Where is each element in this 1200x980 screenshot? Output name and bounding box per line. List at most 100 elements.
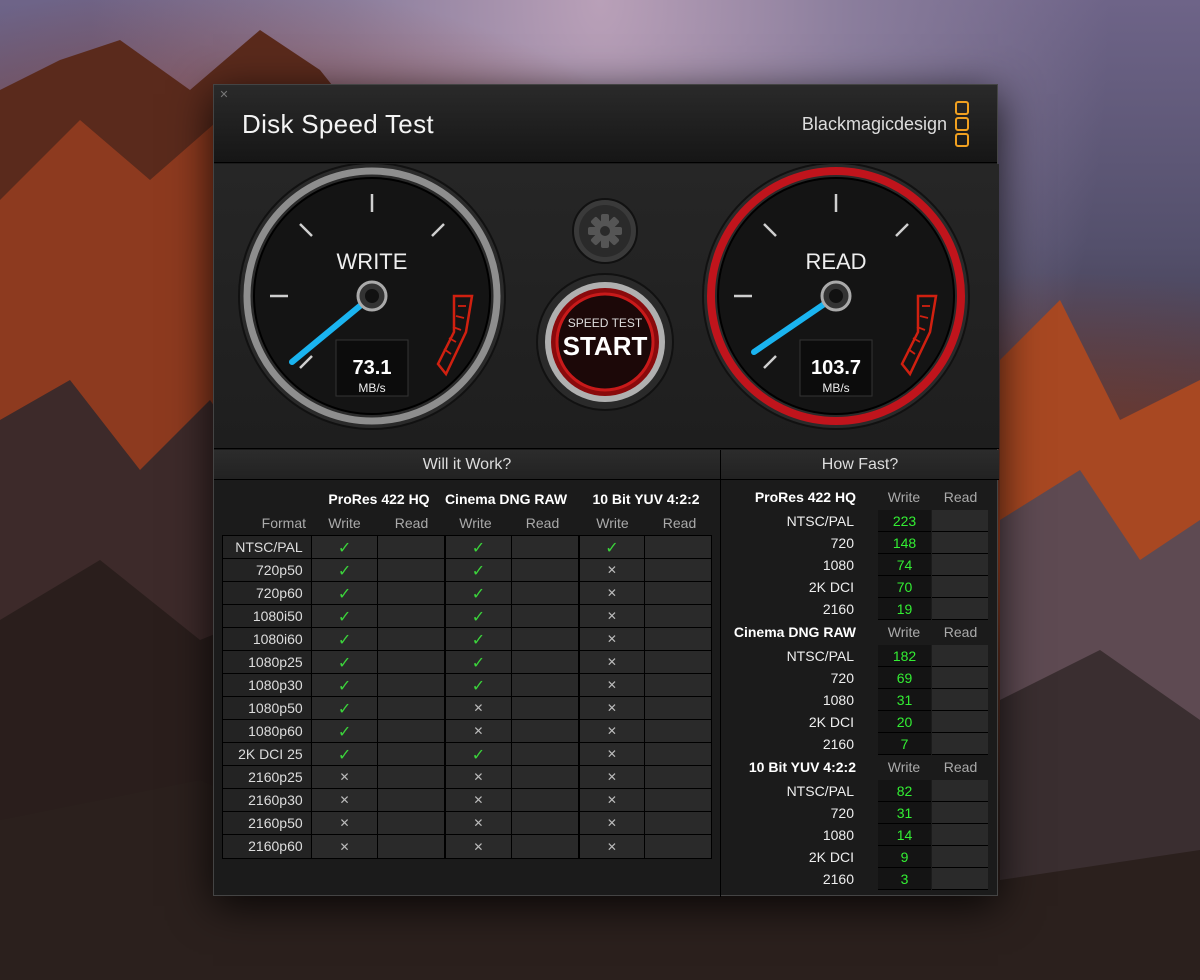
blackmagic-logo-icon xyxy=(955,101,971,151)
yuv-read-cell xyxy=(644,536,711,558)
format-cell: 2160p60 xyxy=(223,835,311,858)
table-row: 2160p60 ✕ ✕ ✕ xyxy=(223,835,711,858)
dng-read-cell xyxy=(510,674,578,696)
checkmark-icon: ✓ xyxy=(337,675,352,695)
prores-read-cell xyxy=(377,674,445,696)
yuv-read-cell xyxy=(644,651,711,673)
how-fast-group: Cinema DNG RAW Write Read NTSC/PAL 182 720 69 1… xyxy=(721,621,999,755)
dng-read-cell xyxy=(510,766,578,788)
prores-read-cell xyxy=(377,720,445,742)
cross-icon: ✕ xyxy=(606,678,617,692)
dng-write-cell: ✓ xyxy=(444,536,511,558)
dng-read-cell xyxy=(510,697,578,719)
table-row: 1080 14 xyxy=(721,824,999,846)
cross-icon: ✕ xyxy=(606,609,617,623)
checkmark-icon: ✓ xyxy=(337,698,352,718)
cross-icon: ✕ xyxy=(339,770,350,784)
write-fps-value: 14 xyxy=(878,824,931,846)
how-fast-group: 10 Bit YUV 4:2:2 Write Read NTSC/PAL 82 720 31… xyxy=(721,756,999,890)
read-fps-value xyxy=(932,711,988,733)
speed-test-start-button[interactable]: SPEED TEST START xyxy=(536,273,674,411)
dng-write-cell: ✕ xyxy=(444,789,511,811)
dng-read-cell xyxy=(510,720,578,742)
write-fps-value: 69 xyxy=(878,667,931,689)
dng-read-cell xyxy=(510,789,578,811)
table-row: NTSC/PAL 223 xyxy=(721,510,999,532)
prores-write-cell: ✓ xyxy=(310,628,378,650)
write-fps-value: 7 xyxy=(878,733,931,755)
yuv-write-cell: ✕ xyxy=(577,559,645,581)
format-cell: 2K DCI xyxy=(808,714,854,730)
format-cell: 720 xyxy=(830,535,854,551)
cross-icon: ✕ xyxy=(606,586,617,600)
how-fast-col-write: Write xyxy=(887,489,921,505)
cross-icon: ✕ xyxy=(473,839,484,854)
cross-icon: ✕ xyxy=(339,839,350,854)
dng-read-cell xyxy=(510,743,578,765)
write-fps-value: 20 xyxy=(878,711,931,733)
table-row: 2K DCI 9 xyxy=(721,846,999,868)
read-fps-value xyxy=(932,802,988,824)
checkmark-icon: ✓ xyxy=(471,537,486,557)
cross-icon: ✕ xyxy=(606,632,617,646)
dng-read-cell xyxy=(510,812,578,834)
cross-icon: ✕ xyxy=(606,770,617,784)
format-cell: 720 xyxy=(830,805,854,821)
write-fps-value: 182 xyxy=(878,645,931,667)
table-row: 1080i50 ✓ ✓ ✕ xyxy=(223,605,711,628)
dng-write-cell: ✓ xyxy=(444,605,511,627)
how-fast-col-read: Read xyxy=(943,489,978,505)
format-cell: 1080 xyxy=(822,692,854,708)
table-row: 1080i60 ✓ ✓ ✕ xyxy=(223,628,711,651)
table-row: 2160p50 ✕ ✕ ✕ xyxy=(223,812,711,835)
yuv-write-cell: ✕ xyxy=(577,835,645,858)
how-fast-group-title: ProRes 422 HQ xyxy=(754,489,856,505)
gauge-panel: WRITE 73.1 MB/s SPEED TEST START READ 10… xyxy=(214,162,999,449)
cross-icon: ✕ xyxy=(339,793,350,807)
how-fast-group: ProRes 422 HQ Write Read NTSC/PAL 223 720 148 1… xyxy=(721,486,999,620)
table-row: 1080 31 xyxy=(721,689,999,711)
format-cell: NTSC/PAL xyxy=(786,783,854,799)
table-row: 1080 74 xyxy=(721,554,999,576)
yuv-read-cell xyxy=(644,812,711,834)
prores-write-cell: ✓ xyxy=(310,720,378,742)
yuv-write-cell: ✕ xyxy=(577,720,645,742)
read-fps-value xyxy=(932,576,988,598)
yuv-read-cell xyxy=(644,835,711,858)
dng-write-cell: ✓ xyxy=(444,674,511,696)
table-row: 1080p25 ✓ ✓ ✕ xyxy=(223,651,711,674)
start-button-label: START xyxy=(563,331,648,361)
dng-write-cell: ✓ xyxy=(444,582,511,604)
yuv-write-cell: ✕ xyxy=(577,651,645,673)
close-icon[interactable]: ✕ xyxy=(217,88,231,102)
yuv-read-cell xyxy=(644,697,711,719)
yuv-read-cell xyxy=(644,628,711,650)
prores-read-cell xyxy=(377,559,445,581)
checkmark-icon: ✓ xyxy=(337,629,352,649)
read-speed-unit: MB/s xyxy=(822,381,849,395)
prores-read-cell xyxy=(377,605,445,627)
write-fps-value: 223 xyxy=(878,510,931,532)
prores-write-cell: ✓ xyxy=(310,605,378,627)
wiw-col-read: Read xyxy=(662,515,697,531)
prores-write-cell: ✕ xyxy=(310,766,378,788)
settings-gear-icon[interactable] xyxy=(572,198,638,264)
cross-icon: ✕ xyxy=(606,724,617,738)
table-row: 2160p25 ✕ ✕ ✕ xyxy=(223,766,711,789)
read-fps-value xyxy=(932,510,988,532)
table-row: 2160 7 xyxy=(721,733,999,755)
prores-read-cell xyxy=(377,789,445,811)
write-fps-value: 9 xyxy=(878,846,931,868)
dng-write-cell: ✕ xyxy=(444,697,511,719)
yuv-write-cell: ✓ xyxy=(577,536,645,558)
how-fast-group-header: ProRes 422 HQ Write Read xyxy=(721,486,999,510)
checkmark-icon: ✓ xyxy=(337,560,352,580)
yuv-write-cell: ✕ xyxy=(577,697,645,719)
wiw-col-read: Read xyxy=(525,515,560,531)
table-row: 720 148 xyxy=(721,532,999,554)
cross-icon: ✕ xyxy=(606,563,617,577)
wiw-col-write: Write xyxy=(328,515,361,531)
cross-icon: ✕ xyxy=(473,793,484,807)
format-cell: NTSC/PAL xyxy=(223,536,311,558)
checkmark-icon: ✓ xyxy=(337,721,352,741)
